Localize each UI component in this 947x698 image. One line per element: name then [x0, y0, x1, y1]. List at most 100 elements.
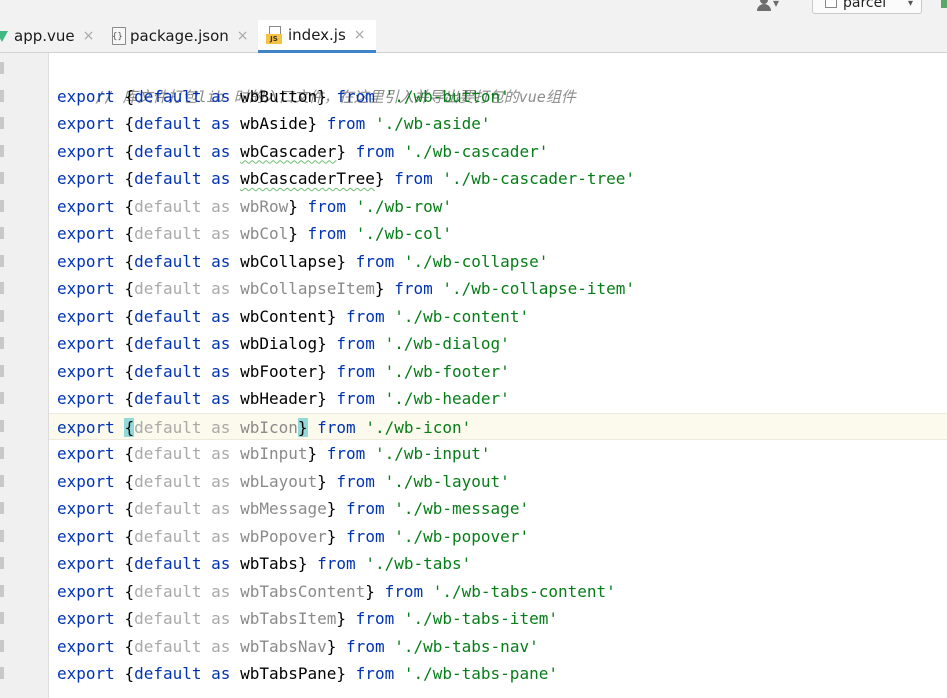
code-line[interactable]: export {default as wbTabsNav} from './wb… [49, 633, 947, 661]
code-keyword: default [134, 664, 202, 683]
gutter-marker [0, 254, 4, 267]
code-line[interactable]: export {default as wbFooter} from './wb-… [49, 358, 947, 386]
code-brace-open: { [124, 279, 135, 298]
tab-app-vue[interactable]: app.vue × [0, 20, 100, 52]
code-keyword: export [57, 279, 115, 298]
gutter-marker [0, 172, 4, 184]
code-keyword: from [355, 664, 395, 683]
code-identifier: wbAside [240, 114, 308, 133]
code-brace-open: { [124, 444, 135, 463]
code-line[interactable]: export {default as wbIcon} from './wb-ic… [49, 412, 947, 440]
code-keyword: default [134, 141, 202, 161]
code-brace-open: { [124, 581, 135, 601]
code-brace-close: } [374, 279, 385, 298]
tab-index-js[interactable]: JS index.js × [258, 20, 376, 53]
gutter-marker [0, 89, 4, 102]
code-line[interactable]: export {default as wbCascaderTree} from … [49, 165, 947, 193]
close-icon[interactable]: × [237, 28, 249, 44]
code-identifier: wbLayout [240, 471, 318, 491]
code-identifier: wbCol [240, 224, 289, 243]
code-line[interactable]: export {default as wbDialog} from './wb-… [49, 330, 947, 358]
code-brace-open: { [124, 389, 135, 408]
code-keyword: from [346, 306, 385, 326]
tab-package-json[interactable]: package.json × [106, 20, 256, 52]
code-brace-open: { [124, 361, 135, 381]
code-keyword: export [57, 664, 115, 683]
code-keyword: from [326, 114, 366, 133]
code-keyword: from [346, 526, 385, 546]
user-menu-button[interactable]: ▾ [757, 0, 791, 12]
code-brace-close: } [317, 361, 327, 381]
code-keyword: default [134, 581, 202, 601]
code-line[interactable]: export {default as wbCol} from './wb-col… [49, 220, 947, 248]
code-line[interactable]: export {default as wbInput} from './wb-i… [49, 440, 947, 468]
code-line[interactable]: export {default as wbContent} from './wb… [49, 303, 947, 331]
code-line[interactable]: export {default as wbLayout} from './wb-… [49, 468, 947, 496]
code-keyword: as [211, 196, 231, 216]
code-identifier: wbCollapseItem [240, 279, 375, 298]
code-brace-open: { [124, 86, 135, 106]
code-keyword: export [57, 361, 115, 381]
gutter-marker [0, 364, 4, 377]
code-line[interactable]: export {default as wbRow} from './wb-row… [49, 193, 947, 221]
code-identifier: wbTabsItem [240, 609, 337, 628]
code-line[interactable]: export {default as wbCollapse} from './w… [49, 248, 947, 276]
code-string: './wb-tabs-nav' [394, 636, 539, 656]
code-brace-close: } [336, 251, 347, 271]
code-keyword: export [57, 389, 115, 408]
code-identifier: wbInput [240, 444, 308, 463]
code-line[interactable]: export {default as wbTabsContent} from '… [49, 578, 947, 606]
gutter-marker [0, 639, 4, 652]
code-line[interactable]: export {default as wbCascader} from './w… [49, 138, 947, 166]
user-menu-caret: ▾ [773, 0, 780, 10]
code-keyword: default [134, 389, 202, 408]
close-icon[interactable]: × [354, 27, 366, 43]
run-icon[interactable] [941, 0, 947, 8]
code-brace-close: } [317, 86, 327, 106]
line-number-gutter[interactable] [0, 53, 49, 698]
gutter-marker [0, 117, 4, 129]
code-line[interactable]: export {default as wbTabsItem} from './w… [49, 605, 947, 633]
code-line[interactable]: export {default as wbTabs} from './wb-ta… [49, 550, 947, 578]
code-line[interactable]: export {default as wbHeader} from './wb-… [49, 385, 947, 413]
code-string: './wb-collapse-item' [442, 279, 636, 298]
code-keyword: from [317, 554, 356, 573]
code-string: './wb-cascader-tree' [442, 169, 636, 188]
code-keyword: default [134, 499, 202, 518]
code-line[interactable]: export {default as wbMessage} from './wb… [49, 495, 947, 523]
gutter-marker [0, 309, 4, 322]
code-keyword: default [134, 251, 202, 271]
code-line[interactable]: export {default as wbButton} from './wb-… [49, 83, 947, 111]
code-keyword: export [57, 444, 115, 463]
code-editor[interactable]: // 库文件打包lib 时的入口文件，在这里引入并导出要打包的vue组件 exp… [49, 53, 947, 698]
run-configuration-select[interactable]: parcel ▾ [812, 0, 922, 14]
code-keyword: from [384, 581, 424, 601]
code-string: './wb-cascader' [403, 141, 549, 161]
code-keyword: export [57, 417, 115, 437]
code-identifier: wbButton [240, 86, 318, 106]
code-line[interactable]: export {default as wbAside} from './wb-a… [49, 110, 947, 138]
code-keyword: export [57, 581, 115, 601]
code-keyword: from [394, 169, 433, 188]
code-line-comment[interactable]: // 库文件打包lib 时的入口文件，在这里引入并导出要打包的vue组件 [49, 55, 947, 106]
code-string: './wb-dialog' [384, 334, 510, 353]
code-identifier: wbTabs [240, 554, 298, 573]
code-brace-close: } [307, 444, 318, 463]
code-brace-close: } [336, 609, 347, 628]
gutter-marker [0, 337, 4, 349]
code-brace-open: { [124, 471, 135, 491]
code-keyword: default [134, 169, 202, 188]
code-brace-close: } [288, 224, 298, 243]
code-string: './wb-col' [355, 224, 453, 243]
code-line[interactable]: export {default as wbTabsPane} from './w… [49, 660, 947, 688]
code-string: './wb-row' [355, 196, 453, 216]
code-keyword: export [57, 169, 115, 188]
gutter-marker [0, 529, 4, 542]
code-brace-close: } [326, 636, 337, 656]
code-line[interactable]: export {default as wbPopover} from './wb… [49, 523, 947, 551]
code-keyword: from [355, 251, 395, 271]
code-brace-close: } [317, 389, 327, 408]
code-line[interactable]: export {default as wbCollapseItem} from … [49, 275, 947, 303]
close-icon[interactable]: × [83, 28, 95, 44]
run-config-icon [825, 0, 837, 8]
